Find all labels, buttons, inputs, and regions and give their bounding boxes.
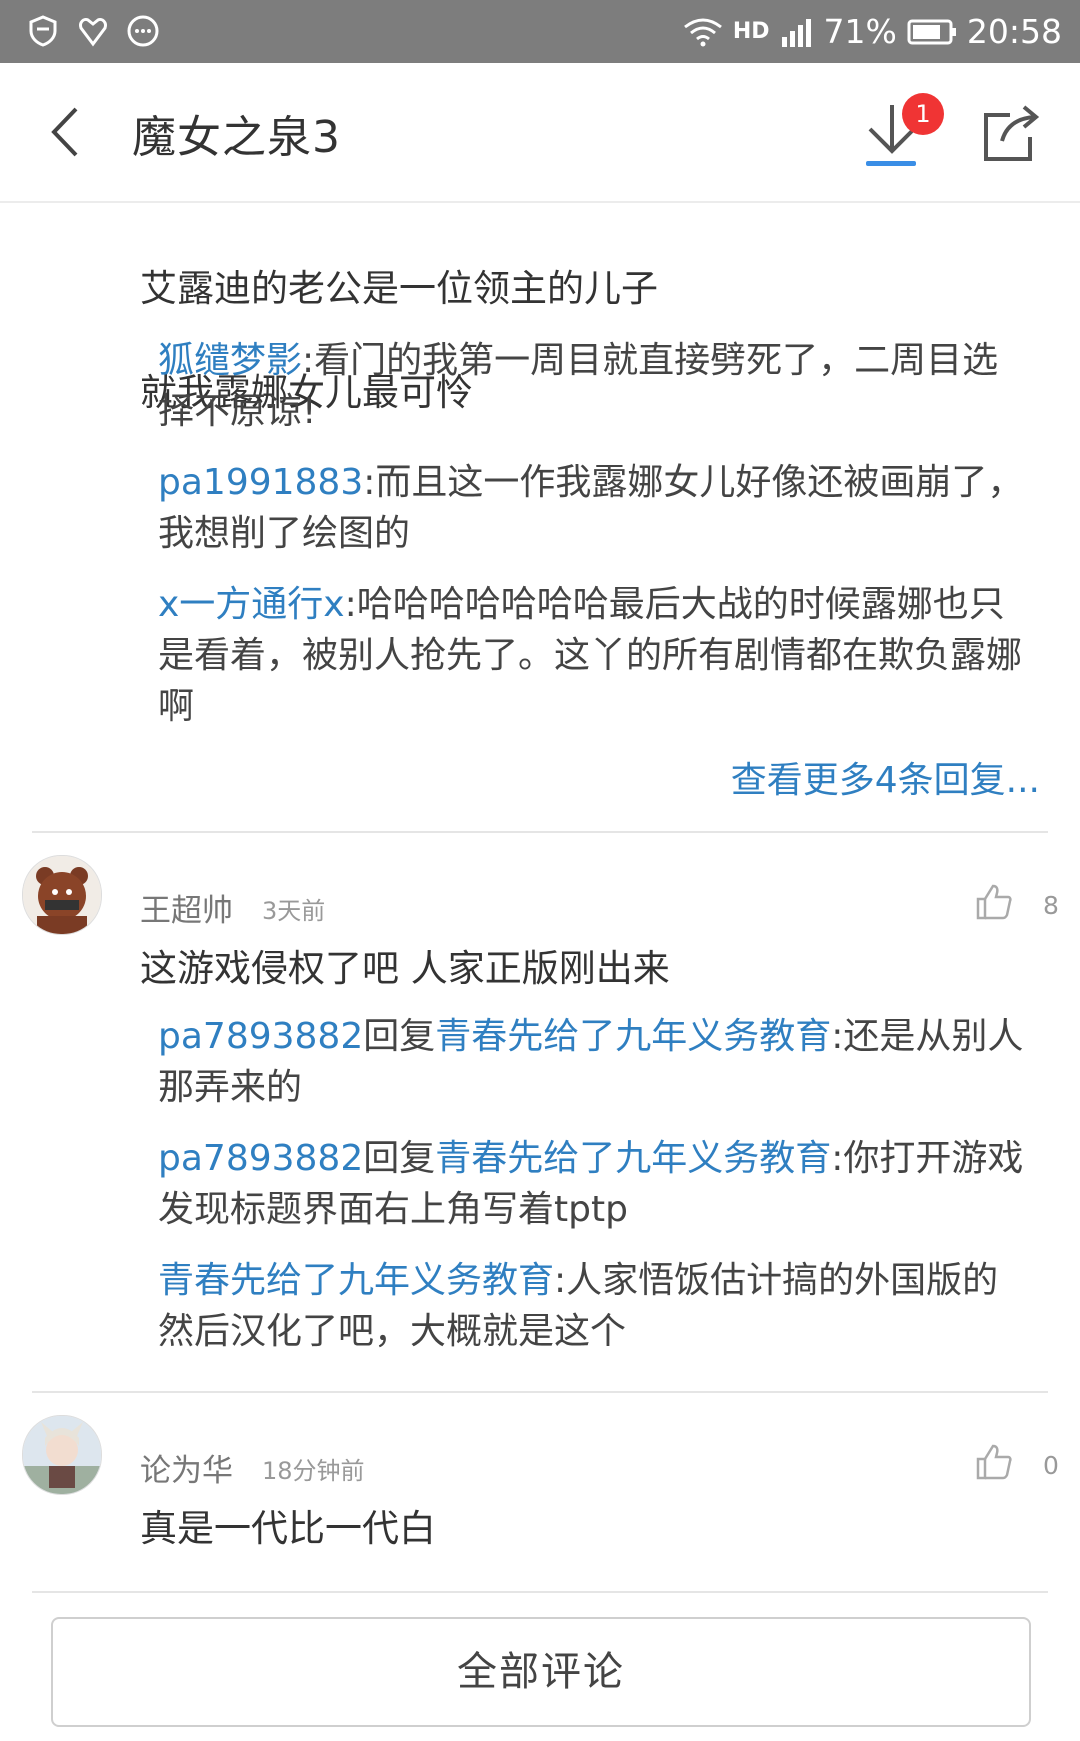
divider — [32, 1591, 1048, 1593]
clock: 20:58 — [966, 12, 1062, 51]
share-icon[interactable] — [980, 103, 1042, 165]
comment-time: 3天前 — [262, 897, 326, 925]
reply-item[interactable]: pa7893882回复青春先给了九年义务教育:你打开游戏发现标题界面右上角写着t… — [158, 1133, 1028, 1235]
download-progress-bar — [866, 161, 916, 166]
comment-time: 18分钟前 — [262, 1457, 365, 1485]
comment-author[interactable]: 论为华 — [140, 1445, 233, 1490]
reply-username[interactable]: 青春先给了九年义务教育 — [158, 1260, 554, 1301]
bear-avatar-icon — [23, 856, 101, 934]
download-badge: 1 — [902, 93, 944, 135]
status-bar: HD 71% 20:58 — [0, 0, 1080, 63]
like-count: 0 — [1043, 1451, 1059, 1480]
reply-item[interactable]: 狐缱梦影:看门的我第一周目就直接劈死了，二周目选择不原谅! — [158, 335, 1028, 437]
comment-author[interactable]: 王超帅 — [140, 885, 233, 930]
shield-icon — [29, 15, 57, 47]
comment-text: 这游戏侵权了吧 人家正版刚出来 — [140, 947, 670, 990]
reply-word: 回复 — [363, 1016, 436, 1057]
like-count: 8 — [1043, 891, 1059, 920]
battery-percent: 71% — [823, 12, 897, 51]
reply-username[interactable]: pa7893882 — [158, 1138, 363, 1179]
avatar[interactable] — [22, 1415, 102, 1495]
reply-username[interactable]: x一方通行x — [158, 584, 345, 625]
divider — [32, 1391, 1048, 1393]
back-arrow-icon[interactable] — [46, 105, 86, 159]
anime-girl-avatar-icon — [23, 1416, 101, 1494]
reply-word: 回复 — [363, 1138, 436, 1179]
more-dots-icon — [127, 15, 159, 47]
heart-shield-icon — [79, 18, 107, 47]
reply-item[interactable]: pa1991883:而且这一作我露娜女儿好像还被画崩了，我想削了绘图的 — [158, 457, 1028, 559]
divider — [32, 831, 1048, 833]
reply-item[interactable]: 青春先给了九年义务教育:人家悟饭估计搞的外国版的然后汉化了吧，大概就是这个 — [158, 1255, 1028, 1357]
comment-list[interactable]: 艾露迪的老公是一位领主的儿子 就我露娜女儿最可怜 狐缱梦影:看门的我第一周目就直… — [0, 203, 1080, 1741]
reply-username[interactable]: pa7893882 — [158, 1016, 363, 1057]
reply-username[interactable]: pa1991883 — [158, 462, 363, 503]
thumbs-up-icon[interactable] — [975, 1443, 1013, 1481]
comment-text: 真是一代比一代白 — [140, 1507, 436, 1550]
app-header: 魔女之泉3 1 — [0, 63, 1080, 203]
reply-target[interactable]: 青春先给了九年义务教育 — [435, 1016, 831, 1057]
more-replies-link[interactable]: 查看更多4条回复... — [731, 751, 1040, 803]
reply-username[interactable]: 狐缱梦影 — [158, 340, 302, 381]
avatar[interactable] — [22, 855, 102, 935]
comment-line: 艾露迪的老公是一位领主的儿子 — [140, 267, 658, 310]
network-type: HD — [732, 19, 770, 44]
reply-item[interactable]: pa7893882回复青春先给了九年义务教育:还是从别人那弄来的 — [158, 1011, 1028, 1113]
page-title: 魔女之泉3 — [132, 112, 341, 163]
signal-icon — [781, 18, 811, 47]
wifi-icon — [683, 18, 722, 46]
thumbs-up-icon[interactable] — [975, 883, 1013, 921]
battery-icon — [907, 19, 956, 44]
reply-target[interactable]: 青春先给了九年义务教育 — [435, 1138, 831, 1179]
all-comments-button[interactable]: 全部评论 — [51, 1617, 1031, 1727]
reply-item[interactable]: x一方通行x:哈哈哈哈哈哈哈最后大战的时候露娜也只是看着，被别人抢先了。这丫的所… — [158, 579, 1028, 732]
